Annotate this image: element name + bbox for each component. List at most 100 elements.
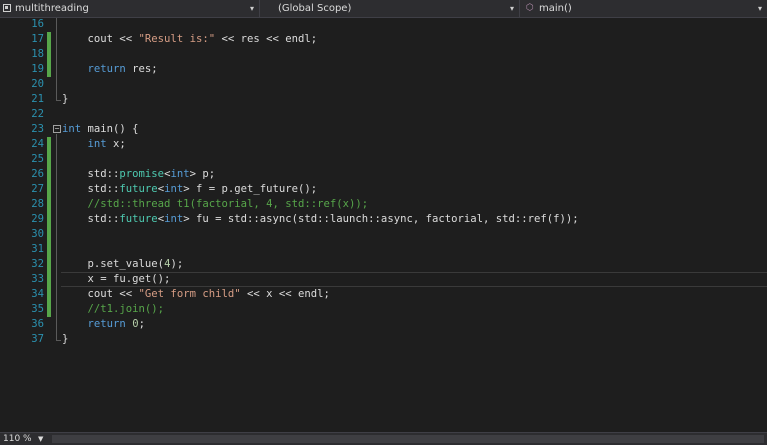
collapse-icon[interactable]: − [53, 125, 61, 133]
code-token: ; [138, 318, 145, 330]
line-number: 33 [31, 273, 44, 285]
change-indicator [47, 32, 51, 47]
code-line[interactable]: 21} [0, 92, 767, 107]
line-number: 22 [31, 108, 44, 120]
code-token: std:: [62, 213, 120, 225]
code-line[interactable]: 18 [0, 47, 767, 62]
code-token: x = fu.get(); [62, 273, 171, 285]
code-token: int [164, 213, 184, 225]
code-text: std::promise<int> p; [62, 167, 216, 182]
member-dropdown[interactable]: main() ▾ [520, 0, 767, 17]
code-token: return [87, 63, 126, 75]
code-line[interactable]: 33 x = fu.get(); [0, 272, 767, 287]
code-token: int [170, 168, 190, 180]
code-line[interactable]: 23 int main() { [0, 122, 767, 137]
code-line[interactable]: 17 cout << "Result is:" << res << endl; [0, 32, 767, 47]
line-number: 17 [31, 33, 44, 45]
line-number: 31 [31, 243, 44, 255]
code-token: promise [119, 168, 165, 180]
code-text: } [62, 332, 68, 347]
code-token: int [164, 183, 184, 195]
code-token: > p; [189, 168, 216, 180]
code-line[interactable]: 35 //t1.join(); [0, 302, 767, 317]
change-indicator [47, 242, 51, 257]
change-indicator [47, 272, 51, 287]
line-number: 19 [31, 63, 44, 75]
line-number: 32 [31, 258, 44, 270]
code-token: > f = p.get_future(); [183, 183, 318, 195]
line-number: 36 [31, 318, 44, 330]
change-indicator [47, 62, 51, 77]
line-number: 24 [31, 138, 44, 150]
editor-status-bar: 110 % ▼ [0, 432, 767, 445]
code-token: future [119, 183, 158, 195]
code-line[interactable]: 34 cout << "Get form child" << x << endl… [0, 287, 767, 302]
project-icon [3, 4, 11, 12]
code-text: cout << "Result is:" << res << endl; [62, 32, 318, 47]
code-line[interactable]: 37} [0, 332, 767, 347]
code-text: std::future<int> fu = std::async(std::la… [62, 212, 579, 227]
code-line[interactable]: 31 [0, 242, 767, 257]
scope-dropdown[interactable]: (Global Scope) ▾ [260, 0, 520, 17]
code-text: return res; [62, 62, 158, 77]
change-indicator [47, 197, 51, 212]
code-line[interactable]: 22 [0, 107, 767, 122]
change-indicator [47, 152, 51, 167]
change-indicator [47, 212, 51, 227]
code-line[interactable]: 36 return 0; [0, 317, 767, 332]
change-indicator [47, 47, 51, 62]
code-text: int main() { [62, 122, 139, 137]
code-text: return 0; [62, 317, 145, 332]
scope-label: (Global Scope) [278, 3, 352, 14]
line-number: 37 [31, 333, 44, 345]
code-line[interactable]: 32 p.set_value(4); [0, 257, 767, 272]
change-indicator [47, 257, 51, 272]
change-indicator [47, 287, 51, 302]
code-token: x; [106, 138, 126, 150]
outline-guide [56, 134, 57, 340]
code-line[interactable]: 29 std::future<int> fu = std::async(std:… [0, 212, 767, 227]
horizontal-scrollbar[interactable] [52, 435, 764, 443]
code-token: p.set_value( [62, 258, 165, 270]
code-token: } [62, 333, 69, 345]
code-token: future [119, 213, 158, 225]
code-line[interactable]: 16 [0, 17, 767, 32]
code-line[interactable]: 19 return res; [0, 62, 767, 77]
code-text: cout << "Get form child" << x << endl; [62, 287, 330, 302]
code-token: res; [125, 63, 158, 75]
code-line[interactable]: 25 [0, 152, 767, 167]
code-line[interactable]: 27 std::future<int> f = p.get_future(); [0, 182, 767, 197]
outline-guide-end [56, 340, 61, 341]
change-indicator [47, 227, 51, 242]
code-token: std:: [62, 183, 120, 195]
member-label: main() [539, 3, 572, 14]
code-token: ); [170, 258, 184, 270]
code-text: p.set_value(4); [62, 257, 184, 272]
code-line[interactable]: 24 int x; [0, 137, 767, 152]
line-number: 35 [31, 303, 44, 315]
line-number: 26 [31, 168, 44, 180]
chevron-down-icon: ▾ [509, 4, 514, 13]
outline-guide [56, 18, 57, 100]
code-token: std:: [62, 168, 120, 180]
code-line[interactable]: 28 //std::thread t1(factorial, 4, std::r… [0, 197, 767, 212]
chevron-down-icon: ▾ [249, 4, 254, 13]
project-dropdown[interactable]: multithreading ▾ [0, 0, 260, 17]
chevron-down-icon[interactable]: ▼ [38, 433, 43, 445]
line-number: 29 [31, 213, 44, 225]
zoom-level[interactable]: 110 % [3, 433, 32, 445]
code-line[interactable]: 26 std::promise<int> p; [0, 167, 767, 182]
code-token: int [62, 123, 82, 135]
outline-guide-end [56, 100, 61, 101]
line-number: 20 [31, 78, 44, 90]
code-line[interactable]: 20 [0, 77, 767, 92]
code-line[interactable]: 30 [0, 227, 767, 242]
line-number: 34 [31, 288, 44, 300]
code-text: //std::thread t1(factorial, 4, std::ref(… [62, 197, 369, 212]
line-number: 21 [31, 93, 44, 105]
change-indicator [47, 167, 51, 182]
code-token: int [87, 138, 107, 150]
code-editor[interactable]: 16 17 cout << "Result is:" << res << endl… [0, 18, 767, 432]
